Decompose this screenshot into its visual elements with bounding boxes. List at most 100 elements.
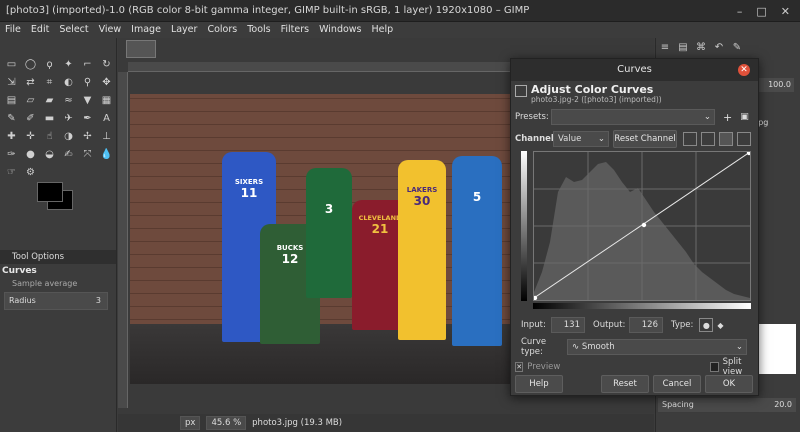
menu-tools[interactable]: Tools [242, 22, 275, 38]
mypaint-icon[interactable]: ✍ [59, 145, 78, 163]
maximize-icon[interactable]: □ [756, 5, 766, 18]
menu-colors[interactable]: Colors [202, 22, 242, 38]
align-icon[interactable]: ▤ [2, 91, 21, 109]
menu-image[interactable]: Image [126, 22, 166, 38]
preset-menu-icon[interactable]: ▣ [740, 112, 749, 122]
horizontal-gradient [533, 303, 751, 309]
radius-field[interactable]: Radius 3 [4, 292, 108, 310]
perspective-icon[interactable]: ▱ [21, 91, 40, 109]
add-preset-icon[interactable]: + [723, 111, 732, 124]
foreground-select-icon[interactable]: ◐ [59, 73, 78, 91]
blur-icon[interactable]: ● [21, 145, 40, 163]
menu-windows[interactable]: Windows [314, 22, 366, 38]
spacing-row[interactable]: Spacing 20.0 [658, 398, 796, 412]
unit-selector[interactable]: px [180, 416, 201, 430]
menu-edit[interactable]: Edit [26, 22, 54, 38]
curve-type-combo[interactable]: ∿ Smooth ⌄ [567, 339, 747, 355]
preview-checkbox[interactable]: ✕ [515, 362, 524, 372]
heal-icon[interactable]: ✛ [21, 127, 40, 145]
brush-icon[interactable]: ✎ [730, 40, 744, 54]
blend-icon[interactable]: ▦ [97, 91, 116, 109]
ink-icon[interactable]: ✒ [78, 109, 97, 127]
dialog-titlebar: Curves ✕ [511, 59, 758, 81]
reset-channel-button[interactable]: Reset Channel [613, 130, 677, 148]
curve-point-mid[interactable] [641, 222, 647, 228]
log-histogram-icon[interactable] [701, 132, 715, 146]
channels-icon[interactable]: ▤ [676, 40, 690, 54]
handle-transform-icon[interactable]: ⤧ [78, 145, 97, 163]
ok-button[interactable]: OK [705, 375, 753, 393]
menu-select[interactable]: Select [54, 22, 93, 38]
presets-row: Presets: ⌄ + ▣ [515, 109, 755, 125]
curve-view-icon[interactable] [737, 132, 751, 146]
paths-icon[interactable]: ⌘ [694, 40, 708, 54]
opacity-field[interactable]: 100.0 [756, 78, 794, 92]
close-icon[interactable]: ✕ [738, 64, 750, 76]
tool-options-tab[interactable]: Tool Options [0, 250, 116, 264]
linear-histogram-icon[interactable] [683, 132, 697, 146]
dodge-icon[interactable]: ◑ [59, 127, 78, 145]
color-picker-icon[interactable]: ✑ [2, 145, 21, 163]
shear-icon[interactable]: ▰ [40, 91, 59, 109]
photo-canvas[interactable]: SIXERS 11 BUCKS 12 3 CLEVELAND 21 LAKERS… [130, 94, 522, 384]
corner-point-icon[interactable]: ◆ [717, 321, 723, 330]
menu-layer[interactable]: Layer [166, 22, 203, 38]
curve-graph[interactable] [532, 150, 752, 301]
paintbrush-icon[interactable]: ✐ [21, 109, 40, 127]
warp-icon[interactable]: ≈ [59, 91, 78, 109]
smooth-point-icon[interactable]: ● [699, 318, 714, 332]
crop-icon[interactable]: ⌐ [78, 55, 97, 73]
help-button[interactable]: Help [515, 375, 563, 393]
airbrush-icon[interactable]: ✈ [59, 109, 78, 127]
sample-average-option[interactable]: Sample average [2, 278, 110, 290]
close-window-icon[interactable]: ✕ [781, 5, 790, 18]
gegl-icon[interactable]: ⚙ [21, 163, 40, 181]
color-swatches[interactable] [37, 182, 73, 210]
text-icon[interactable]: A [97, 109, 116, 127]
menu-help[interactable]: Help [367, 22, 399, 38]
toolbox-panel: ▭ ◯ ϙ ✦ ⌐ ↻ ⇲ ⇄ ⌗ ◐ ⚲ ✥ ▤ ▱ ▰ ≈ ▼ ▦ ✎ ✐ … [0, 38, 117, 432]
lasso-icon[interactable]: ϙ [40, 55, 59, 73]
vertical-ruler [118, 72, 128, 408]
reset-button[interactable]: Reset [601, 375, 649, 393]
rotate-icon[interactable]: ↻ [97, 55, 116, 73]
minimize-icon[interactable]: – [737, 5, 743, 18]
split-view-checkbox[interactable] [710, 362, 719, 372]
output-spinner[interactable]: 126 [629, 317, 663, 333]
eraser-icon[interactable]: ▬ [40, 109, 59, 127]
zoom-selector[interactable]: 45.6 % [206, 416, 247, 430]
curve-point-end[interactable] [746, 150, 752, 156]
image-thumbnail-tab[interactable] [126, 40, 156, 58]
undo-history-icon[interactable]: ↶ [712, 40, 726, 54]
foreground-color[interactable] [37, 182, 63, 202]
drop-icon[interactable]: 💧 [97, 145, 116, 163]
zoom-icon[interactable]: ⚲ [78, 73, 97, 91]
measure-icon[interactable]: ⊥ [97, 127, 116, 145]
presets-combo[interactable]: ⌄ [551, 109, 715, 125]
flip-icon[interactable]: ⇄ [21, 73, 40, 91]
curves-dialog: Curves ✕ Adjust Color Curves photo3.jpg-… [510, 58, 759, 396]
histogram-view-icon[interactable] [719, 132, 733, 146]
path-icon[interactable]: ✢ [78, 127, 97, 145]
ellipse-select-icon[interactable]: ◯ [21, 55, 40, 73]
convolve-icon[interactable]: ◒ [40, 145, 59, 163]
move-icon[interactable]: ✥ [97, 73, 116, 91]
cage-icon[interactable]: ⌗ [40, 73, 59, 91]
layers-icon[interactable]: ≡ [658, 40, 672, 54]
menu-filters[interactable]: Filters [276, 22, 314, 38]
menu-view[interactable]: View [94, 22, 127, 38]
menu-file[interactable]: File [0, 22, 26, 38]
input-spinner[interactable]: 131 [551, 317, 585, 333]
scale-icon[interactable]: ⇲ [2, 73, 21, 91]
pencil-icon[interactable]: ✎ [2, 109, 21, 127]
smudge-finger-icon[interactable]: ☞ [2, 163, 21, 181]
player-3: 3 [306, 168, 352, 298]
player-6: 5 [452, 156, 502, 346]
fuzzy-select-icon[interactable]: ✦ [59, 55, 78, 73]
clone-icon[interactable]: ✚ [2, 127, 21, 145]
channel-combo[interactable]: Value ⌄ [553, 131, 609, 147]
bucket-icon[interactable]: ▼ [78, 91, 97, 109]
cancel-button[interactable]: Cancel [653, 375, 701, 393]
smudge-icon[interactable]: ☝ [40, 127, 59, 145]
rect-select-icon[interactable]: ▭ [2, 55, 21, 73]
